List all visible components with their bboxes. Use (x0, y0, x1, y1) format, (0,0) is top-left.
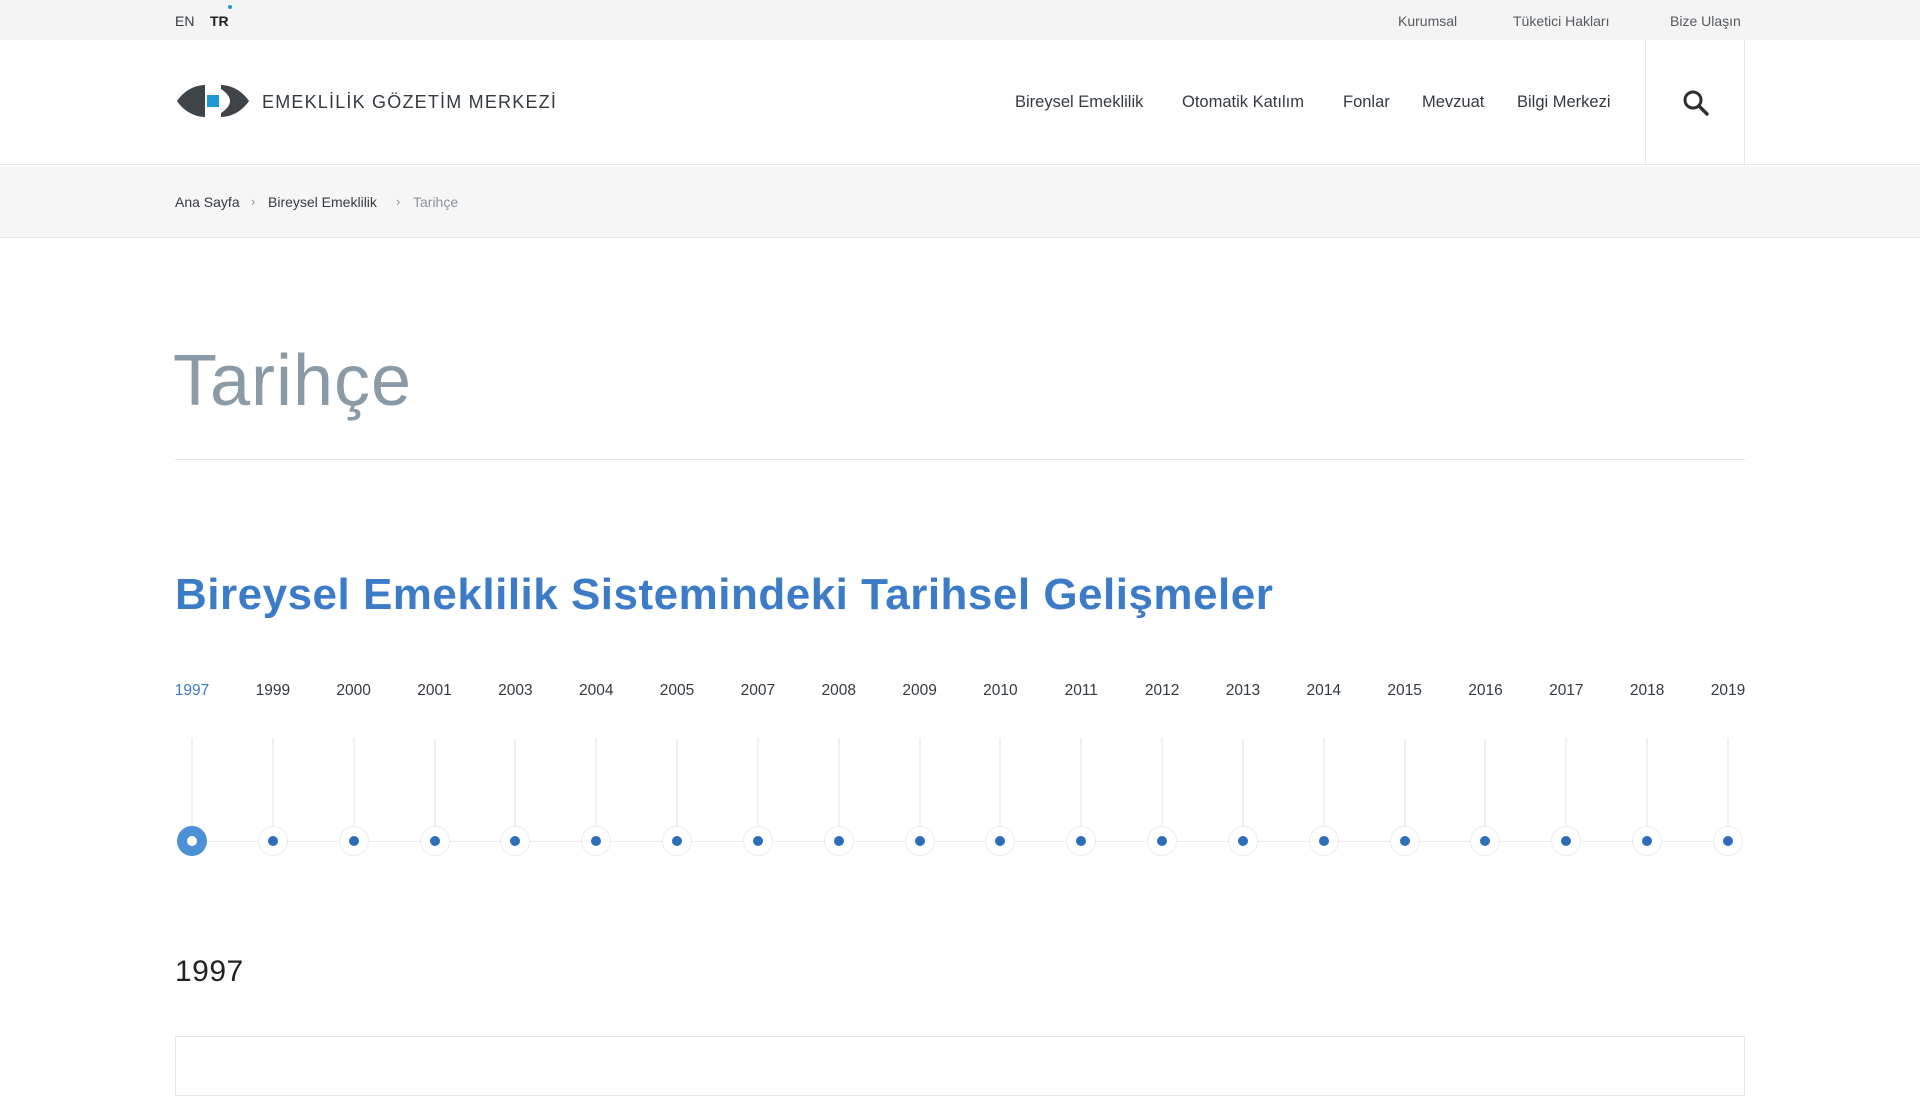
timeline-year-label[interactable]: 2017 (1549, 682, 1583, 700)
timeline-dot-marker (995, 836, 1006, 846)
timeline-year-label[interactable]: 2012 (1145, 682, 1179, 700)
timeline-dot-marker (1399, 836, 1410, 846)
timeline-year-label[interactable]: 2019 (1711, 682, 1745, 700)
timeline-dot[interactable] (1308, 826, 1339, 856)
selected-year-heading: 1997 (175, 955, 244, 988)
timeline-dot[interactable] (742, 826, 773, 856)
timeline-dot-marker (833, 836, 844, 846)
breadcrumb: Ana Sayfa › Bireysel Emeklilik › Tarihçe (0, 166, 1920, 238)
timeline-year-label[interactable]: 1999 (256, 682, 290, 700)
timeline-year-label[interactable]: 2014 (1307, 682, 1341, 700)
timeline-year-label[interactable]: 1997 (175, 682, 209, 700)
year-timeline: 1997 1999 2000 2001 2003 2004 2005 2007 2008 2009… (0, 670, 1920, 870)
timeline-year-label[interactable]: 2011 (1065, 682, 1098, 700)
timeline-year-label[interactable]: 2003 (498, 682, 532, 700)
timeline-dot-marker (1480, 836, 1491, 846)
top-utility-bar: EN TR Kurumsal Tüketici Hakları Bize Ula… (0, 0, 1920, 40)
timeline-dot-marker (1157, 836, 1168, 846)
timeline-year-label[interactable]: 2000 (336, 682, 370, 700)
timeline-dot-marker (914, 836, 925, 846)
timeline-year-label[interactable]: 2001 (417, 682, 451, 700)
breadcrumb-home[interactable]: Ana Sayfa (175, 194, 240, 210)
timeline-dot[interactable] (1066, 826, 1097, 856)
nav-bilgi-merkezi[interactable]: Bilgi Merkezi (1517, 93, 1611, 112)
main-header: EMEKLİLİK GÖZETİM MERKEZİ Bireysel Emekl… (0, 40, 1920, 165)
timeline-year-label[interactable]: 2005 (660, 682, 694, 700)
timeline-dot[interactable] (338, 826, 369, 856)
timeline-dot[interactable] (419, 826, 450, 856)
active-language-indicator (228, 5, 232, 9)
timeline-dot-marker (1642, 836, 1653, 846)
timeline-dot[interactable] (581, 826, 612, 856)
link-bize-ulasin[interactable]: Bize Ulaşın (1670, 13, 1741, 29)
title-divider (175, 459, 1745, 460)
link-tuketici-haklari[interactable]: Tüketici Hakları (1513, 13, 1609, 29)
breadcrumb-bireysel-emeklilik[interactable]: Bireysel Emeklilik (268, 194, 377, 210)
timeline-year-label[interactable]: 2010 (983, 682, 1017, 700)
timeline-year-label[interactable]: 2015 (1387, 682, 1421, 700)
timeline-dot[interactable] (257, 826, 288, 856)
timeline-dot[interactable] (1227, 826, 1258, 856)
link-kurumsal[interactable]: Kurumsal (1398, 13, 1457, 29)
timeline-dot[interactable] (1389, 826, 1420, 856)
page-title: Tarihçe (173, 341, 413, 421)
language-tr[interactable]: TR (210, 13, 229, 29)
search-button[interactable] (1645, 40, 1745, 165)
timeline-dot-marker (429, 836, 440, 846)
timeline-dot-marker (267, 836, 278, 846)
section-title: Bireysel Emeklilik Sistemindeki Tarihsel… (175, 570, 1274, 619)
timeline-dot[interactable] (1632, 826, 1663, 856)
timeline-dot[interactable] (1147, 826, 1178, 856)
timeline-dot-marker (1237, 836, 1248, 846)
timeline-dot-marker (348, 836, 359, 846)
timeline-dot[interactable] (823, 826, 854, 856)
timeline-dot[interactable] (1713, 826, 1743, 856)
nav-fonlar[interactable]: Fonlar (1343, 93, 1390, 112)
timeline-year-label[interactable]: 2004 (579, 682, 613, 700)
timeline-year-label[interactable]: 2009 (902, 682, 936, 700)
timeline-dot-marker (1561, 836, 1572, 846)
timeline-year-label[interactable]: 2013 (1226, 682, 1260, 700)
timeline-year-label[interactable]: 2018 (1630, 682, 1664, 700)
timeline-dot[interactable] (1551, 826, 1582, 856)
search-icon (1683, 90, 1709, 116)
timeline-dot[interactable] (177, 826, 207, 856)
timeline-dot[interactable] (904, 826, 935, 856)
timeline-year-label[interactable]: 2016 (1468, 682, 1502, 700)
timeline-dot[interactable] (662, 826, 693, 856)
timeline-dot-marker (752, 836, 763, 846)
timeline-dot[interactable] (985, 826, 1016, 856)
logo-text: EMEKLİLİK GÖZETİM MERKEZİ (262, 92, 558, 112)
timeline-dot-marker (672, 836, 683, 846)
site-logo[interactable]: EMEKLİLİK GÖZETİM MERKEZİ (175, 83, 556, 119)
timeline-dot-marker (591, 836, 602, 846)
timeline-year-label[interactable]: 2007 (741, 682, 775, 700)
language-en[interactable]: EN (175, 13, 194, 29)
chevron-right-icon: › (251, 194, 256, 209)
breadcrumb-current: Tarihçe (413, 194, 459, 210)
timeline-dot-marker (1076, 836, 1087, 846)
timeline-dot-marker (187, 836, 197, 846)
nav-otomatik-katilim[interactable]: Otomatik Katılım (1182, 93, 1304, 112)
eye-logo-icon (177, 85, 249, 117)
timeline-dot-marker (510, 836, 521, 846)
timeline-dot-marker (1318, 836, 1329, 846)
nav-mevzuat[interactable]: Mevzuat (1422, 93, 1484, 112)
year-detail-panel (175, 1036, 1745, 1096)
nav-bireysel-emeklilik[interactable]: Bireysel Emeklilik (1015, 93, 1143, 112)
timeline-year-label[interactable]: 2008 (821, 682, 855, 700)
timeline-dot[interactable] (1470, 826, 1501, 856)
timeline-dot[interactable] (500, 826, 531, 856)
chevron-right-icon: › (396, 194, 401, 209)
timeline-dot-marker (1723, 836, 1733, 846)
